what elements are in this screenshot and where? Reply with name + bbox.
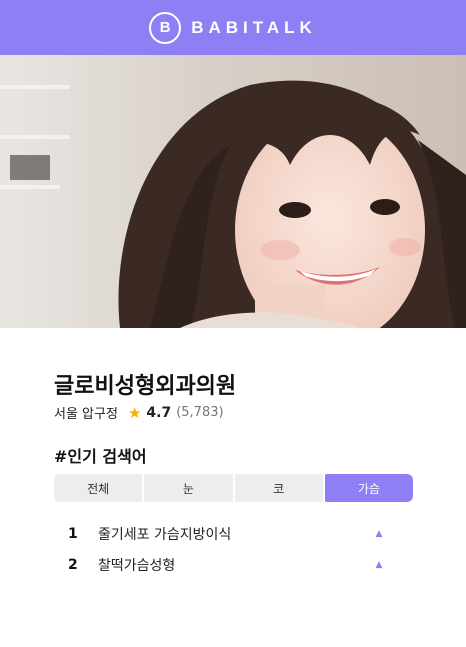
clinic-meta: 서울 압구정 ★ 4.7 (5,783) — [54, 403, 224, 423]
tab-all[interactable]: 전체 — [54, 474, 143, 502]
popular-search-title: #인기 검색어 — [54, 447, 147, 466]
clinic-location: 서울 압구정 — [54, 407, 118, 422]
keyword-rank: 2 — [68, 556, 78, 573]
list-item[interactable]: 1 줄기세포 가슴지방이식 ▲ — [54, 518, 384, 549]
trend-up-icon: ▲ — [375, 559, 383, 570]
brand-logo[interactable]: B BABITALK — [149, 11, 317, 44]
keyword-term: 찰떡가슴성형 — [98, 557, 176, 574]
keyword-list: 1 줄기세포 가슴지방이식 ▲ 2 찰떡가슴성형 ▲ — [54, 518, 384, 580]
keyword-rank: 1 — [68, 525, 78, 542]
logo-b-icon: B — [149, 11, 182, 44]
clinic-name[interactable]: 글로비성형외과의원 — [54, 368, 236, 400]
keyword-term: 줄기세포 가슴지방이식 — [98, 526, 232, 543]
review-count: (5,783) — [176, 405, 224, 420]
hero-photo[interactable] — [0, 55, 466, 328]
star-icon: ★ — [127, 403, 142, 422]
portrait-illustration — [0, 55, 466, 328]
trend-up-icon: ▲ — [375, 528, 383, 539]
rating-value: 4.7 — [146, 404, 172, 421]
tab-nose[interactable]: 코 — [234, 474, 323, 502]
category-tabs: 전체 눈 코 가슴 — [54, 474, 413, 502]
brand-name: BABITALK — [191, 17, 317, 37]
list-item[interactable]: 2 찰떡가슴성형 ▲ — [54, 549, 384, 580]
top-header: B BABITALK — [0, 0, 466, 55]
tab-eye[interactable]: 눈 — [144, 474, 233, 502]
tab-breast[interactable]: 가슴 — [324, 474, 413, 502]
